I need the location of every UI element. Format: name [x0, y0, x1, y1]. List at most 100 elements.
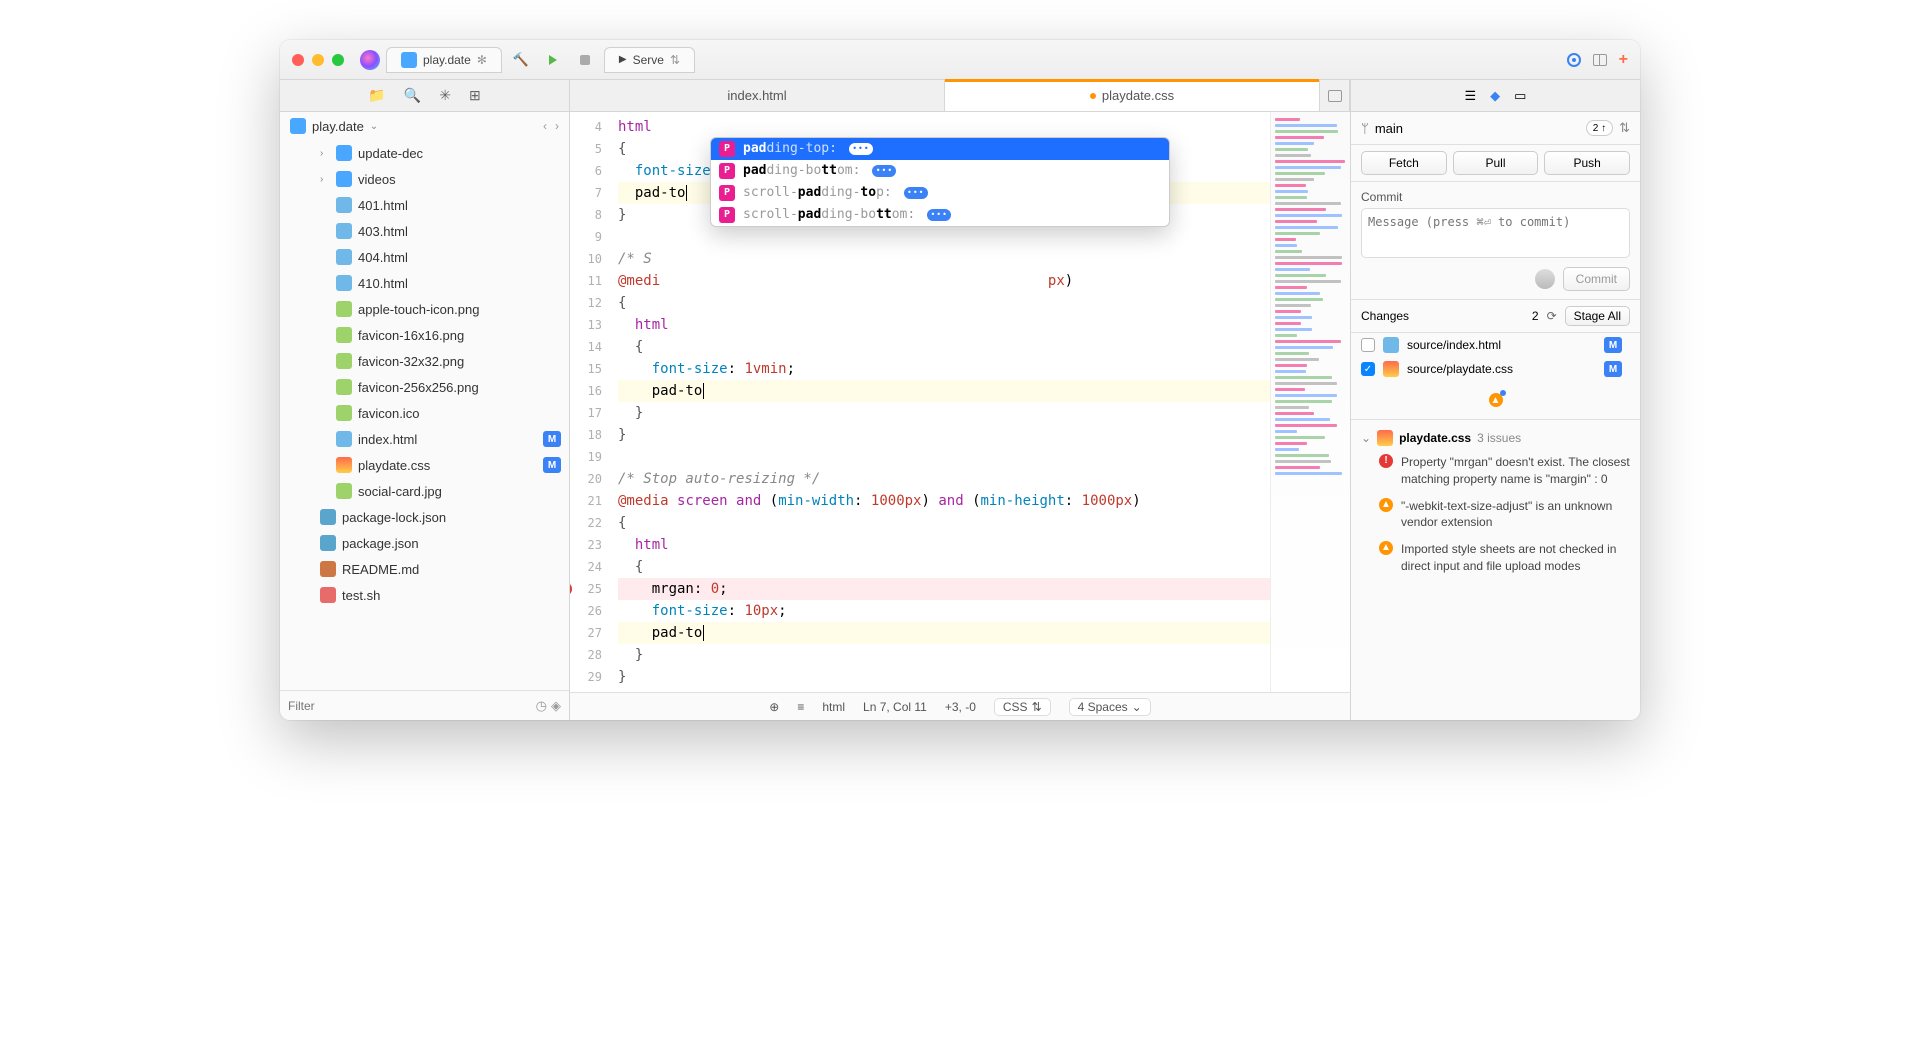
tab-playdate-css[interactable]: playdate.css — [945, 80, 1320, 111]
file-label: favicon-32x32.png — [358, 354, 464, 369]
file-label: update-dec — [358, 146, 423, 161]
change-row[interactable]: source/index.html M — [1351, 333, 1640, 357]
add-icon[interactable]: + — [1619, 51, 1628, 69]
branch-name: main — [1375, 121, 1403, 136]
statusbar: ⊕ ≡ html Ln 7, Col 11 +3, -0 CSS ⇅ 4 Spa… — [570, 692, 1350, 720]
fetch-button[interactable]: Fetch — [1361, 151, 1447, 175]
file-row[interactable]: package.json — [280, 530, 569, 556]
file-label: playdate.css — [358, 458, 430, 473]
stage-checkbox[interactable] — [1361, 338, 1375, 352]
grid-icon[interactable]: ⊞ — [469, 87, 481, 104]
pull-button[interactable]: Pull — [1453, 151, 1539, 175]
property-icon: P — [719, 207, 735, 223]
file-row[interactable]: ›update-dec — [280, 140, 569, 166]
branch-row[interactable]: ᛘ main 2 ↑ ⇅ — [1351, 112, 1640, 145]
file-row[interactable]: 403.html — [280, 218, 569, 244]
terminal-icon[interactable]: ▭ — [1514, 88, 1526, 104]
file-row[interactable]: 401.html — [280, 192, 569, 218]
push-button[interactable]: Push — [1544, 151, 1630, 175]
file-tree[interactable]: ›update-dec›videos401.html403.html404.ht… — [280, 140, 569, 690]
autocomplete-item[interactable]: Ppadding-bottom:••• — [711, 160, 1169, 182]
chevron-down-icon: ⌄ — [370, 121, 378, 132]
project-name: play.date — [312, 119, 364, 134]
error-icon: ! — [1379, 454, 1393, 468]
file-sidebar: play.date ⌄ ‹ › ›update-dec›videos401.htm… — [280, 112, 570, 720]
panels-icon[interactable] — [1593, 54, 1607, 66]
minimap[interactable] — [1270, 112, 1350, 692]
preview-icon[interactable] — [1567, 53, 1581, 67]
issue-item[interactable]: !Property "mrgan" doesn't exist. The clo… — [1379, 454, 1630, 488]
stage-all-button[interactable]: Stage All — [1565, 306, 1630, 326]
commit-message-input[interactable] — [1361, 208, 1630, 258]
file-row[interactable]: 410.html — [280, 270, 569, 296]
file-row[interactable]: favicon.ico — [280, 400, 569, 426]
file-row[interactable]: social-card.jpg — [280, 478, 569, 504]
autocomplete-item[interactable]: Ppadding-top:••• — [711, 138, 1169, 160]
refresh-icon[interactable]: ⟳ — [1547, 309, 1557, 323]
build-hammer-icon[interactable]: 🔨 — [508, 47, 534, 73]
project-tab[interactable]: play.date ✻ — [386, 47, 502, 73]
autocomplete-item[interactable]: Pscroll-padding-bottom:••• — [711, 204, 1169, 226]
search-icon[interactable]: 🔍 — [404, 87, 421, 104]
changes-header: Changes 2 ⟳ Stage All — [1351, 300, 1640, 333]
img-file-icon — [336, 327, 352, 343]
code-lines[interactable]: html{ font-size: 3.8px; pad-to}/* S@medi… — [610, 112, 1270, 692]
issue-item[interactable]: ▲"-webkit-text-size-adjust" is an unknow… — [1379, 498, 1630, 532]
stage-checkbox[interactable]: ✓ — [1361, 362, 1375, 376]
close-icon[interactable] — [292, 54, 304, 66]
changes-label: Changes — [1361, 309, 1409, 323]
files-icon[interactable]: 📁 — [368, 87, 385, 104]
tab-label: index.html — [727, 88, 786, 103]
change-row[interactable]: ✓ source/playdate.css M — [1351, 357, 1640, 381]
nav-back-icon[interactable]: ‹ — [543, 119, 547, 133]
issues-header[interactable]: ⌄ playdate.css 3 issues — [1361, 430, 1630, 446]
file-row[interactable]: ›videos — [280, 166, 569, 192]
minimize-icon[interactable] — [312, 54, 324, 66]
editor-tabs: index.html playdate.css — [570, 80, 1350, 111]
nav-forward-icon[interactable]: › — [555, 119, 559, 133]
task-selector[interactable]: ▶ Serve ⇅ — [604, 47, 695, 73]
file-label: favicon-256x256.png — [358, 380, 479, 395]
zoom-icon[interactable] — [332, 54, 344, 66]
file-label: videos — [358, 172, 396, 187]
editor: 456789101112131415161718192021222324!252… — [570, 112, 1350, 720]
file-row[interactable]: favicon-256x256.png — [280, 374, 569, 400]
clock-icon[interactable]: ◷ — [536, 698, 547, 714]
git-icon[interactable]: ◆ — [1490, 88, 1500, 104]
chevron-down-icon: ⌄ — [1132, 700, 1142, 714]
autocomplete-popup[interactable]: Ppadding-top:•••Ppadding-bottom:•••Pscro… — [710, 137, 1170, 227]
file-row[interactable]: apple-touch-icon.png — [280, 296, 569, 322]
file-row[interactable]: index.htmlM — [280, 426, 569, 452]
file-row[interactable]: test.sh — [280, 582, 569, 608]
file-row[interactable]: favicon-16x16.png — [280, 322, 569, 348]
commit-button[interactable]: Commit — [1563, 267, 1630, 291]
file-row[interactable]: favicon-32x32.png — [280, 348, 569, 374]
ahead-count: 2 ↑ — [1586, 120, 1613, 136]
tab-index-html[interactable]: index.html — [570, 80, 945, 111]
issues-summary-icon[interactable]: ▲ — [1489, 393, 1503, 407]
issue-item[interactable]: ▲Imported style sheets are not checked i… — [1379, 541, 1630, 575]
file-row[interactable]: playdate.cssM — [280, 452, 569, 478]
settings-gear-icon[interactable]: ✻ — [477, 53, 487, 67]
filter-input[interactable] — [288, 699, 536, 713]
right-panel-toolbar: ☰ ◆ ▭ — [1350, 80, 1640, 111]
file-row[interactable]: package-lock.json — [280, 504, 569, 530]
md-file-icon — [320, 561, 336, 577]
indent-selector[interactable]: 4 Spaces ⌄ — [1069, 698, 1151, 716]
autocomplete-item[interactable]: Pscroll-padding-top:••• — [711, 182, 1169, 204]
breadcrumb-text[interactable]: html — [822, 700, 845, 714]
code-area[interactable]: 456789101112131415161718192021222324!252… — [570, 112, 1350, 692]
language-selector[interactable]: CSS ⇅ — [994, 698, 1051, 716]
run-button[interactable] — [540, 47, 566, 73]
file-row[interactable]: README.md — [280, 556, 569, 582]
symbols-icon[interactable]: ✳ — [439, 87, 451, 104]
stop-button[interactable] — [572, 47, 598, 73]
split-editor-icon[interactable] — [1320, 80, 1350, 111]
diff-status: +3, -0 — [945, 700, 976, 714]
warning-icon: ▲ — [1379, 498, 1393, 512]
align-icon[interactable]: ☰ — [1465, 88, 1477, 104]
project-header[interactable]: play.date ⌄ ‹ › — [280, 112, 569, 140]
issues-file: playdate.css — [1399, 431, 1471, 445]
file-row[interactable]: 404.html — [280, 244, 569, 270]
filter-settings-icon[interactable]: ◈ — [551, 698, 561, 714]
